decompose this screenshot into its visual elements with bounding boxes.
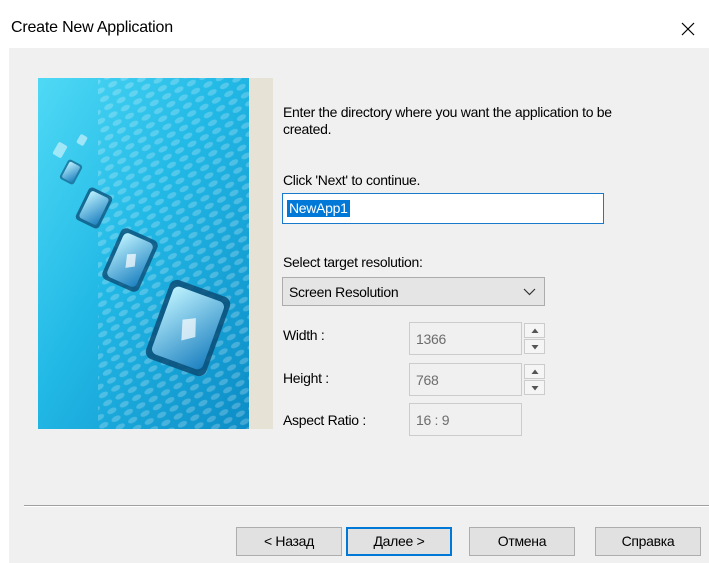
height-label: Height :	[283, 370, 329, 386]
aspect-ratio-field: 16 : 9	[409, 403, 522, 436]
width-label: Width :	[283, 327, 325, 343]
chevron-down-icon	[523, 288, 536, 296]
back-button[interactable]: < Назад	[236, 527, 342, 556]
title-bar: Create New Application	[0, 0, 709, 48]
directory-input-value: NewApp1	[287, 200, 350, 217]
window-title: Create New Application	[11, 19, 173, 36]
footer-separator-highlight	[24, 506, 709, 507]
help-button[interactable]: Справка	[595, 527, 701, 556]
spin-down-icon	[531, 386, 539, 391]
resolution-select-value: Screen Resolution	[289, 284, 399, 300]
spin-down-icon	[531, 345, 539, 350]
resolution-select[interactable]: Screen Resolution	[282, 277, 545, 306]
close-button[interactable]	[673, 14, 703, 44]
height-field: 768	[409, 363, 522, 396]
height-spin-down[interactable]	[524, 380, 545, 395]
width-spinner[interactable]	[524, 323, 545, 354]
close-icon	[681, 22, 695, 36]
width-spin-up[interactable]	[524, 323, 545, 338]
width-spin-down[interactable]	[524, 339, 545, 354]
height-spin-up[interactable]	[524, 364, 545, 379]
spin-up-icon	[531, 369, 539, 374]
aspect-ratio-label: Aspect Ratio :	[283, 412, 366, 428]
resolution-label: Select target resolution:	[283, 254, 423, 270]
directory-input[interactable]: NewApp1	[282, 193, 604, 224]
cancel-button[interactable]: Отмена	[469, 527, 575, 556]
width-field: 1366	[409, 322, 522, 355]
height-spinner[interactable]	[524, 364, 545, 395]
next-button[interactable]: Далее >	[346, 527, 452, 556]
width-value: 1366	[416, 331, 446, 347]
instruction-text: Enter the directory where you want the a…	[283, 104, 612, 137]
height-value: 768	[416, 372, 439, 388]
aspect-ratio-value: 16 : 9	[416, 412, 450, 428]
continue-hint: Click 'Next' to continue.	[283, 172, 421, 188]
wizard-banner-image	[38, 78, 249, 429]
spin-up-icon	[531, 328, 539, 333]
